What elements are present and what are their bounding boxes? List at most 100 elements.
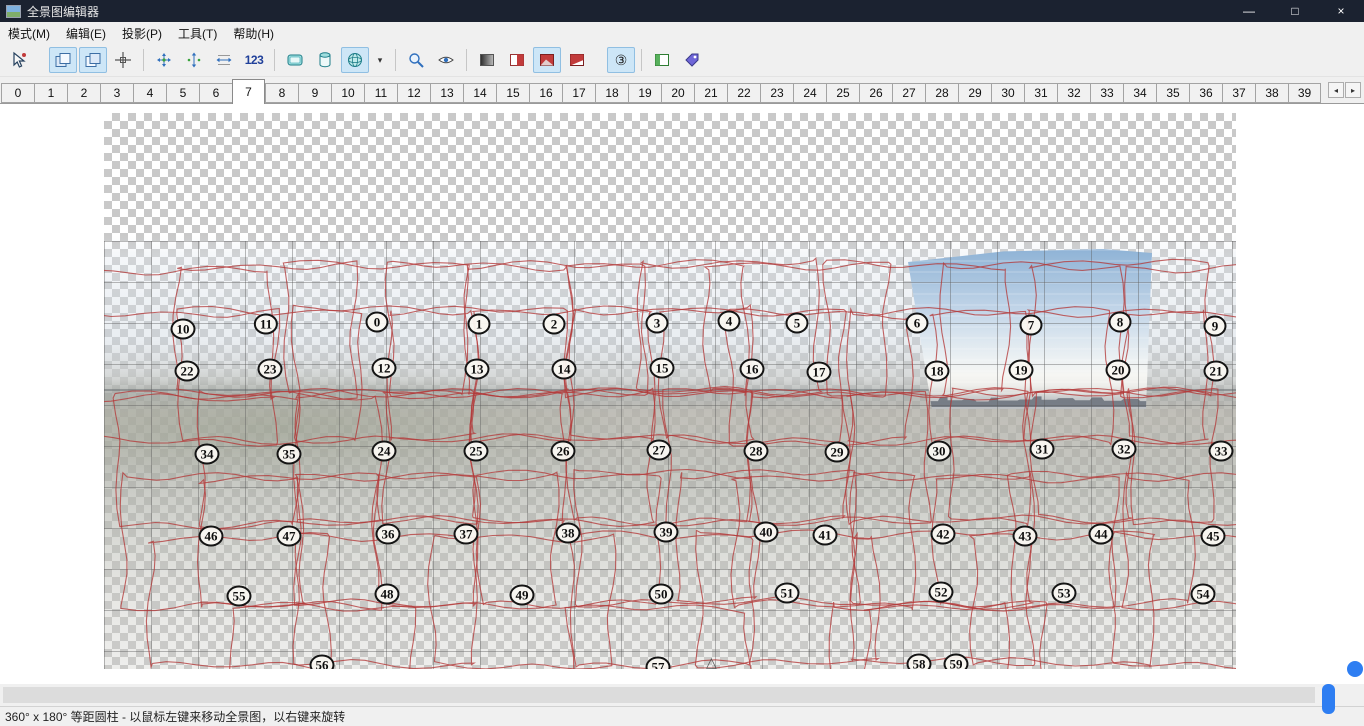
tab-12[interactable]: 12 bbox=[397, 83, 430, 103]
image-marker-25[interactable]: 25 bbox=[463, 440, 489, 462]
projection-dropdown-button[interactable]: ▾ bbox=[371, 47, 389, 73]
image-marker-46[interactable]: 46 bbox=[198, 525, 224, 547]
image-marker-29[interactable]: 29 bbox=[824, 441, 850, 463]
right-edge-handle[interactable] bbox=[1347, 661, 1363, 677]
image-marker-56[interactable]: 56 bbox=[309, 654, 335, 669]
tab-37[interactable]: 37 bbox=[1222, 83, 1255, 103]
tab-15[interactable]: 15 bbox=[496, 83, 529, 103]
image-marker-0[interactable]: 0 bbox=[365, 311, 389, 333]
image-marker-49[interactable]: 49 bbox=[509, 584, 535, 606]
image-marker-12[interactable]: 12 bbox=[371, 357, 397, 379]
tab-4[interactable]: 4 bbox=[133, 83, 166, 103]
image-marker-14[interactable]: 14 bbox=[551, 358, 577, 380]
tab-13[interactable]: 13 bbox=[430, 83, 463, 103]
minimize-button[interactable]: — bbox=[1226, 0, 1272, 22]
image-marker-8[interactable]: 8 bbox=[1108, 311, 1132, 333]
image-marker-27[interactable]: 27 bbox=[646, 439, 672, 461]
image-marker-43[interactable]: 43 bbox=[1012, 525, 1038, 547]
image-marker-3[interactable]: 3 bbox=[645, 312, 669, 334]
tab-scroll-right-button[interactable]: ▸ bbox=[1345, 82, 1361, 98]
horizontal-scrollbar-thumb[interactable] bbox=[3, 687, 1315, 703]
image-marker-34[interactable]: 34 bbox=[194, 443, 220, 465]
horizontal-shift-tool-button[interactable] bbox=[210, 47, 238, 73]
mask-red-flag-button[interactable] bbox=[533, 47, 561, 73]
show-numbers-button[interactable]: 123 bbox=[240, 47, 268, 73]
tab-18[interactable]: 18 bbox=[595, 83, 628, 103]
image-marker-40[interactable]: 40 bbox=[753, 521, 779, 543]
tab-34[interactable]: 34 bbox=[1123, 83, 1156, 103]
image-marker-54[interactable]: 54 bbox=[1190, 583, 1216, 605]
tab-21[interactable]: 21 bbox=[694, 83, 727, 103]
tab-scroll-left-button[interactable]: ◂ bbox=[1328, 82, 1344, 98]
tab-20[interactable]: 20 bbox=[661, 83, 694, 103]
image-marker-59[interactable]: 59 bbox=[943, 653, 969, 669]
menu-mode[interactable]: 模式(M) bbox=[0, 23, 58, 44]
tab-29[interactable]: 29 bbox=[958, 83, 991, 103]
menu-help[interactable]: 帮助(H) bbox=[225, 23, 282, 44]
tab-5[interactable]: 5 bbox=[166, 83, 199, 103]
image-marker-9[interactable]: 9 bbox=[1203, 315, 1227, 337]
tab-11[interactable]: 11 bbox=[364, 83, 397, 103]
image-marker-26[interactable]: 26 bbox=[550, 440, 576, 462]
image-marker-30[interactable]: 30 bbox=[926, 440, 952, 462]
image-marker-11[interactable]: 11 bbox=[253, 313, 279, 335]
tab-10[interactable]: 10 bbox=[331, 83, 364, 103]
image-marker-47[interactable]: 47 bbox=[276, 525, 302, 547]
tab-6[interactable]: 6 bbox=[199, 83, 232, 103]
center-crosshair-tool-button[interactable] bbox=[109, 47, 137, 73]
image-marker-23[interactable]: 23 bbox=[257, 358, 283, 380]
corner-slider-handle[interactable] bbox=[1322, 684, 1335, 714]
image-marker-55[interactable]: 55 bbox=[226, 585, 252, 607]
tab-14[interactable]: 14 bbox=[463, 83, 496, 103]
vertical-shift-tool-button[interactable] bbox=[180, 47, 208, 73]
tab-0[interactable]: 0 bbox=[1, 83, 34, 103]
image-marker-35[interactable]: 35 bbox=[276, 443, 302, 465]
tab-17[interactable]: 17 bbox=[562, 83, 595, 103]
image-marker-20[interactable]: 20 bbox=[1105, 359, 1131, 381]
projection-flat-button[interactable] bbox=[281, 47, 309, 73]
image-marker-45[interactable]: 45 bbox=[1200, 525, 1226, 547]
image-marker-5[interactable]: 5 bbox=[785, 312, 809, 334]
projection-cylinder-button[interactable] bbox=[311, 47, 339, 73]
tab-8[interactable]: 8 bbox=[265, 83, 298, 103]
tab-2[interactable]: 2 bbox=[67, 83, 100, 103]
projection-sphere-button[interactable] bbox=[341, 47, 369, 73]
tab-23[interactable]: 23 bbox=[760, 83, 793, 103]
maximize-button[interactable]: □ bbox=[1272, 0, 1318, 22]
close-button[interactable]: × bbox=[1318, 0, 1364, 22]
image-marker-48[interactable]: 48 bbox=[374, 583, 400, 605]
image-marker-4[interactable]: 4 bbox=[717, 310, 741, 332]
image-marker-39[interactable]: 39 bbox=[653, 521, 679, 543]
mask-gradient-button[interactable] bbox=[473, 47, 501, 73]
image-marker-36[interactable]: 36 bbox=[375, 523, 401, 545]
image-marker-58[interactable]: 58 bbox=[906, 653, 932, 669]
image-marker-50[interactable]: 50 bbox=[648, 583, 674, 605]
image-marker-37[interactable]: 37 bbox=[453, 523, 479, 545]
center-caret-marker[interactable]: △ bbox=[706, 654, 717, 671]
image-marker-31[interactable]: 31 bbox=[1029, 438, 1055, 460]
tab-1[interactable]: 1 bbox=[34, 83, 67, 103]
menu-edit[interactable]: 编辑(E) bbox=[58, 23, 114, 44]
image-marker-10[interactable]: 10 bbox=[170, 318, 196, 340]
tab-9[interactable]: 9 bbox=[298, 83, 331, 103]
image-marker-42[interactable]: 42 bbox=[930, 523, 956, 545]
image-marker-41[interactable]: 41 bbox=[812, 524, 838, 546]
tab-31[interactable]: 31 bbox=[1024, 83, 1057, 103]
image-marker-15[interactable]: 15 bbox=[649, 357, 675, 379]
image-marker-57[interactable]: 57 bbox=[645, 656, 671, 669]
tab-27[interactable]: 27 bbox=[892, 83, 925, 103]
tab-33[interactable]: 33 bbox=[1090, 83, 1123, 103]
image-marker-16[interactable]: 16 bbox=[739, 358, 765, 380]
panel-toggle-button[interactable] bbox=[648, 47, 676, 73]
image-marker-18[interactable]: 18 bbox=[924, 360, 950, 382]
group-count-button[interactable]: ③ bbox=[607, 47, 635, 73]
image-marker-6[interactable]: 6 bbox=[905, 312, 929, 334]
tab-32[interactable]: 32 bbox=[1057, 83, 1090, 103]
zoom-tool-button[interactable] bbox=[402, 47, 430, 73]
tab-26[interactable]: 26 bbox=[859, 83, 892, 103]
select-tool-button[interactable] bbox=[5, 47, 33, 73]
menu-projection[interactable]: 投影(P) bbox=[114, 23, 170, 44]
image-marker-24[interactable]: 24 bbox=[371, 440, 397, 462]
mask-flag-button[interactable] bbox=[563, 47, 591, 73]
tab-16[interactable]: 16 bbox=[529, 83, 562, 103]
